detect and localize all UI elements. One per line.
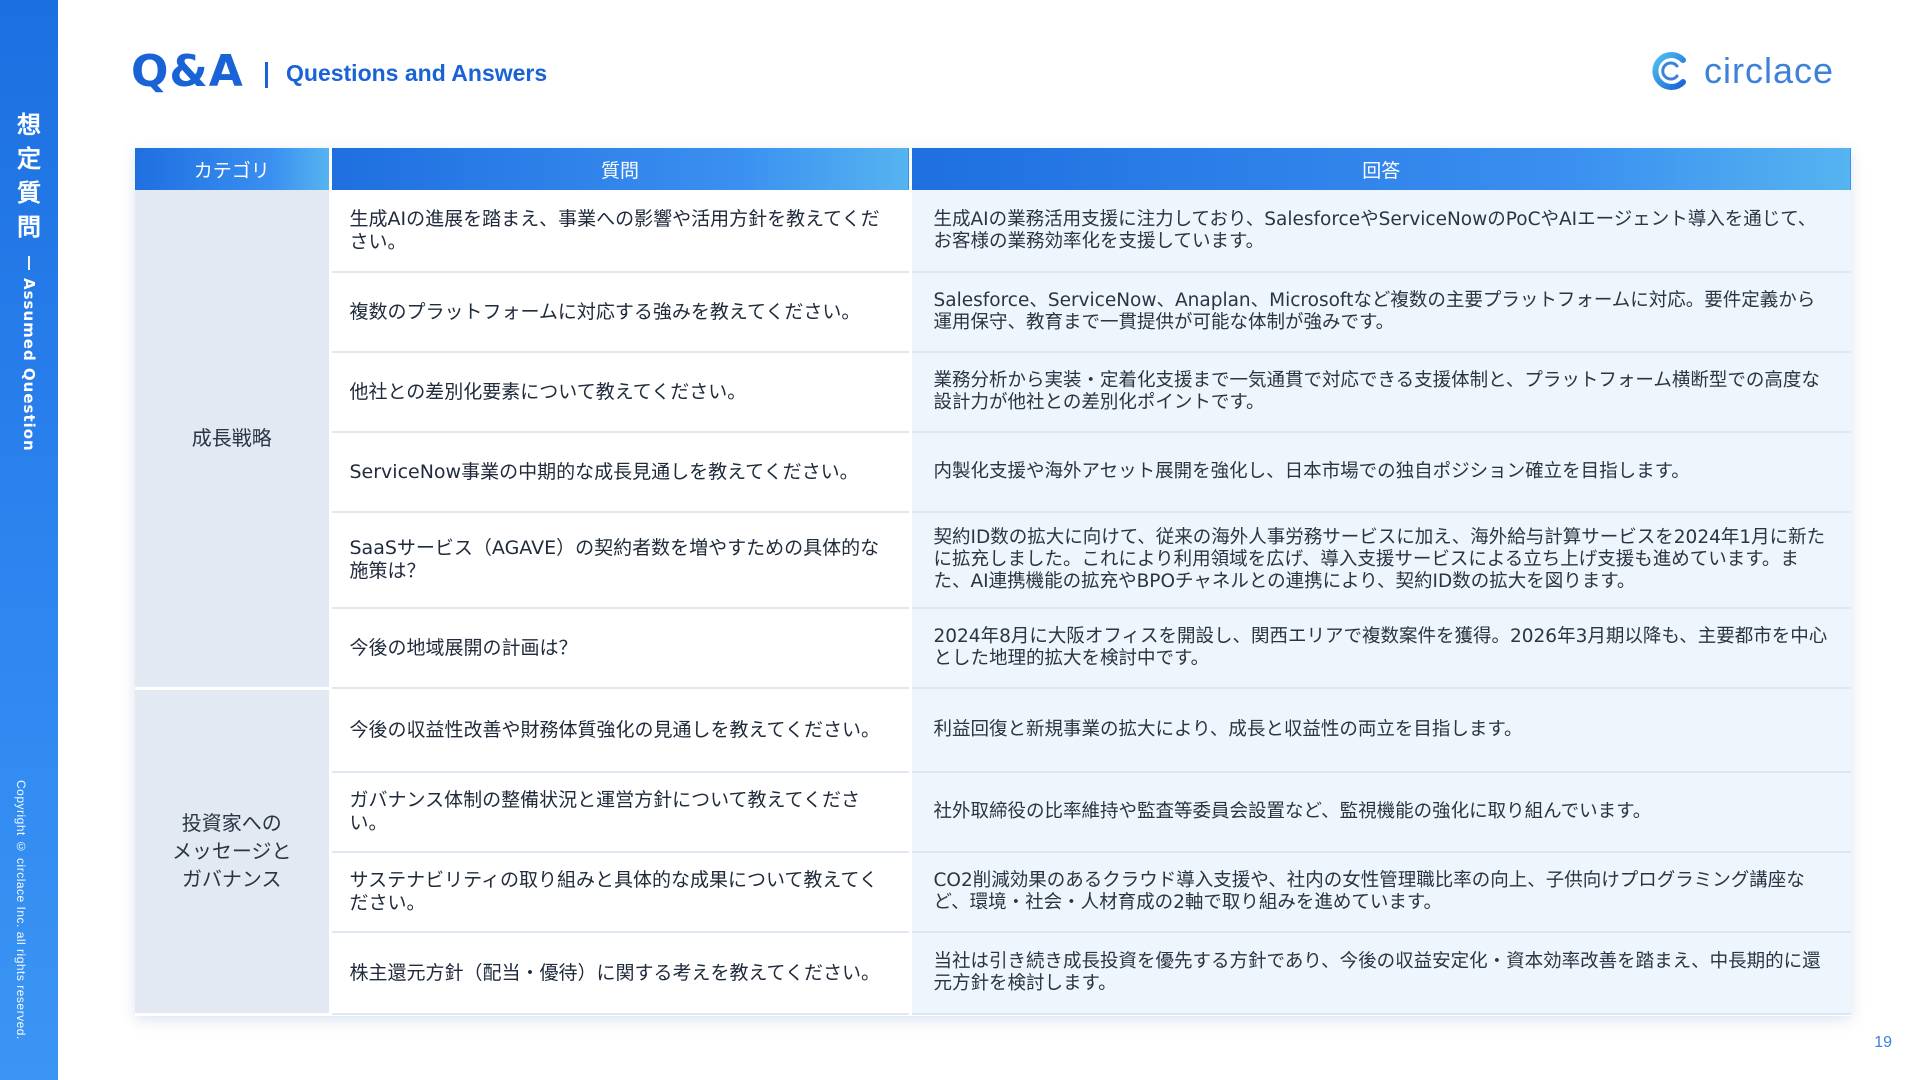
- answer-cell: 利益回復と新規事業の拡大により、成長と収益性の両立を目指します。: [910, 688, 1851, 773]
- table-row: 株主還元方針（配当・優待）に関する考えを教えてください。 当社は引き続き成長投資…: [135, 932, 1851, 1015]
- table-row: ServiceNow事業の中期的な成長見通しを教えてください。 内製化支援や海外…: [135, 432, 1851, 513]
- table-row: 複数のプラットフォームに対応する強みを教えてください。 Salesforce、S…: [135, 272, 1851, 353]
- title-divider: [265, 62, 268, 88]
- category-label: 投資家への メッセージと ガバナンス: [171, 811, 292, 891]
- question-cell: SaaSサービス（AGAVE）の契約者数を増やすための具体的な施策は？: [330, 512, 912, 609]
- side-title-char: 定: [17, 145, 41, 173]
- answer-cell: Salesforce、ServiceNow、Anaplan、Microsoftな…: [910, 272, 1851, 353]
- copyright-text: Copyright © circlace Inc. all rights res…: [14, 780, 28, 1040]
- answer-cell: 2024年8月に大阪オフィスを開設し、関西エリアで複数案件を獲得。2026年3月…: [910, 608, 1851, 689]
- side-subtitle: Assumed Question: [20, 278, 38, 452]
- category-cell: 成長戦略: [135, 190, 332, 690]
- qa-table: カテゴリ 質問 回答 成長戦略 生成AIの進展を踏まえ、事業への影響や活用方針を…: [135, 148, 1851, 1016]
- question-cell: 株主還元方針（配当・優待）に関する考えを教えてください。: [330, 932, 912, 1015]
- question-cell: 今後の収益性改善や財務体質強化の見通しを教えてください。: [330, 688, 912, 773]
- table-row: 他社との差別化要素について教えてください。 業務分析から実装・定着化支援まで一気…: [135, 352, 1851, 433]
- answer-cell: 契約ID数の拡大に向けて、従来の海外人事労務サービスに加え、海外給与計算サービス…: [910, 512, 1851, 609]
- logo-text: circlace: [1704, 50, 1835, 91]
- question-cell: 複数のプラットフォームに対応する強みを教えてください。: [330, 272, 912, 353]
- answer-cell: 生成AIの業務活用支援に注力しており、SalesforceやServiceNow…: [910, 190, 1851, 273]
- table-header-row: カテゴリ 質問 回答: [135, 148, 1851, 190]
- answer-cell: 内製化支援や海外アセット展開を強化し、日本市場での独自ポジション確立を目指します…: [910, 432, 1851, 513]
- answer-cell: 社外取締役の比率維持や監査等委員会設置など、監視機能の強化に取り組んでいます。: [910, 772, 1851, 853]
- side-title-char: 質: [17, 179, 41, 207]
- page-number: 19: [1874, 1034, 1892, 1051]
- circlace-logo-icon: [1652, 52, 1686, 90]
- answer-cell: 当社は引き続き成長投資を優先する方針であり、今後の収益安定化・資本効率改善を踏ま…: [910, 932, 1851, 1015]
- question-cell: 他社との差別化要素について教えてください。: [330, 352, 912, 433]
- question-cell: ServiceNow事業の中期的な成長見通しを教えてください。: [330, 432, 912, 513]
- question-cell: 今後の地域展開の計画は？: [330, 608, 912, 689]
- column-header-question: 質問: [330, 148, 912, 190]
- side-section-label: 想 定 質 問 Assumed Question: [0, 108, 58, 452]
- question-cell: 生成AIの進展を踏まえ、事業への影響や活用方針を教えてください。: [330, 190, 912, 273]
- question-cell: ガバナンス体制の整備状況と運営方針について教えてください。: [330, 772, 912, 853]
- table-row: ガバナンス体制の整備状況と運営方針について教えてください。 社外取締役の比率維持…: [135, 772, 1851, 853]
- table-row: 今後の地域展開の計画は？ 2024年8月に大阪オフィスを開設し、関西エリアで複数…: [135, 608, 1851, 689]
- column-header-answer: 回答: [910, 148, 1851, 190]
- table-row: 投資家への メッセージと ガバナンス 今後の収益性改善や財務体質強化の見通しを教…: [135, 688, 1851, 1016]
- question-cell: サステナビリティの取り組みと具体的な成果について教えてください。: [330, 852, 912, 933]
- column-header-category: カテゴリ: [135, 148, 332, 190]
- table-row: SaaSサービス（AGAVE）の契約者数を増やすための具体的な施策は？ 契約ID…: [135, 512, 1851, 609]
- side-title-char: 想: [17, 111, 41, 139]
- answer-cell: 業務分析から実装・定着化支援まで一気通貫で対応できる支援体制と、プラットフォーム…: [910, 352, 1851, 433]
- page-title: Q&A: [131, 46, 244, 97]
- table-row: 成長戦略 生成AIの進展を踏まえ、事業への影響や活用方針を教えてください。 生成…: [135, 190, 1851, 690]
- answer-cell: CO2削減効果のあるクラウド導入支援や、社内の女性管理職比率の向上、子供向けプロ…: [910, 852, 1851, 933]
- table-row: サステナビリティの取り組みと具体的な成果について教えてください。 CO2削減効果…: [135, 852, 1851, 933]
- side-title-char: 問: [17, 213, 41, 241]
- company-logo: circlace: [1650, 50, 1834, 92]
- page-subtitle: Questions and Answers: [286, 60, 548, 86]
- category-cell: 投資家への メッセージと ガバナンス: [135, 688, 332, 1016]
- side-separator: [28, 256, 30, 270]
